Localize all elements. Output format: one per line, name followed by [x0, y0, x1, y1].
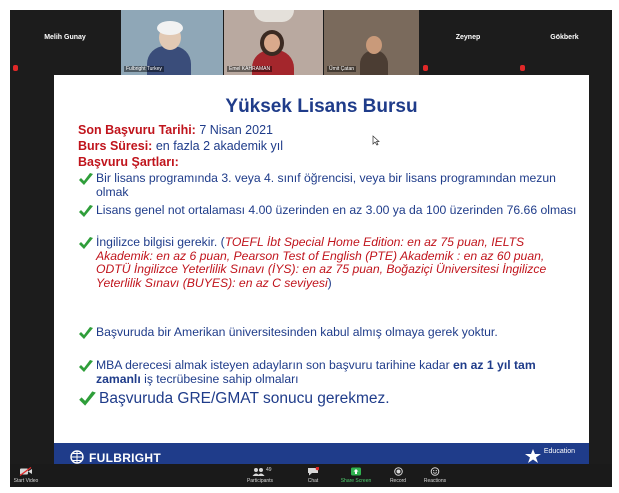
muted-mic-icon	[520, 65, 525, 71]
requirement-text: Başvuruda bir Amerikan üniversitesinden …	[96, 325, 498, 339]
duration-value: en fazla 2 akademik yıl	[155, 139, 283, 153]
camera-off-icon	[19, 467, 32, 476]
participant-name: Emel KAHRAMAN	[227, 66, 273, 72]
deadline-line: Son Başvuru Tarihi: 7 Nisan 2021	[78, 123, 273, 138]
participant-tile[interactable]: Zeynep	[420, 10, 516, 75]
start-video-button[interactable]: Start Video	[10, 467, 50, 484]
checkmark-icon	[79, 237, 93, 249]
participants-button[interactable]: Participants 49	[236, 467, 284, 484]
muted-mic-icon	[13, 65, 18, 71]
zoom-window: Melih Gunay Fulbright Turkey Emel KAHRAM…	[10, 10, 612, 487]
participants-count: 49	[266, 467, 272, 473]
participant-tile[interactable]: Melih Gunay	[10, 10, 120, 75]
requirements-heading: Başvuru Şartları:	[78, 155, 179, 169]
muted-mic-icon	[423, 65, 428, 71]
fulbright-logo: FULBRIGHT	[70, 450, 161, 465]
duration-line: Burs Süresi: en fazla 2 akademik yıl	[78, 139, 283, 154]
requirement-text: MBA derecesi almak isteyen adayların son…	[96, 358, 536, 386]
participant-video-tile[interactable]: Ümit Çatan	[324, 10, 419, 75]
deadline-label: Son Başvuru Tarihi:	[78, 123, 196, 137]
meeting-toolbar: Start Video Participants 49 Chat Share S…	[10, 464, 612, 487]
reactions-button[interactable]: Reactions	[411, 467, 459, 484]
chat-icon	[308, 467, 319, 476]
participant-video-tile[interactable]: Fulbright Turkey	[121, 10, 223, 75]
checkmark-icon	[79, 327, 93, 339]
requirement-item: Bir lisans programında 3. veya 4. sınıf …	[78, 171, 578, 199]
requirement-item: Başvuruda bir Amerikan üniversitesinden …	[78, 325, 578, 340]
star-icon	[524, 449, 541, 463]
requirement-text: Başvuruda GRE/GMAT sonucu gerekmez.	[99, 390, 390, 407]
lamp-shape	[254, 10, 294, 22]
requirement-text: Bir lisans programında 3. veya 4. sınıf …	[96, 171, 556, 199]
person-face	[366, 36, 382, 54]
education-logo-text: Education	[543, 448, 575, 455]
shared-slide: Yüksek Lisans Bursu Son Başvuru Tarihi: …	[54, 75, 589, 472]
mouse-cursor-icon	[372, 135, 380, 146]
participant-video-tile[interactable]: Emel KAHRAMAN	[224, 10, 323, 75]
participant-name: Melih Gunay	[44, 34, 86, 41]
participant-name: Ümit Çatan	[327, 66, 357, 72]
requirement-text: Lisans genel not ortalaması 4.00 üzerind…	[96, 203, 577, 217]
record-icon	[393, 467, 403, 476]
requirement-item: MBA derecesi almak isteyen adayların son…	[78, 358, 578, 386]
requirement-item: İngilizce bilgisi gerekir. (TOEFL İbt Sp…	[78, 235, 578, 290]
reactions-icon	[430, 467, 440, 476]
checkmark-icon	[79, 360, 93, 372]
requirement-item: Başvuruda GRE/GMAT sonucu gerekmez.	[78, 390, 578, 408]
checkmark-icon	[79, 173, 93, 185]
checkmark-icon	[79, 205, 93, 217]
person-face	[264, 34, 280, 52]
person-hair	[157, 21, 183, 35]
duration-label: Burs Süresi:	[78, 139, 153, 153]
share-screen-button[interactable]: Share Screen	[332, 467, 380, 484]
participant-name: Zeynep	[455, 34, 481, 41]
globe-icon	[70, 450, 84, 464]
participant-name: Fulbright Turkey	[124, 66, 164, 72]
deadline-value: 7 Nisan 2021	[199, 123, 273, 137]
fulbright-logo-text: FULBRIGHT	[89, 451, 162, 465]
chat-button[interactable]: Chat	[289, 467, 337, 484]
participant-name: Gökberk	[550, 34, 579, 41]
participant-tile[interactable]: Gökberk	[517, 10, 612, 75]
requirement-text: İngilizce bilgisi gerekir. (TOEFL İbt Sp…	[96, 235, 547, 290]
requirement-item: Lisans genel not ortalaması 4.00 üzerind…	[78, 203, 578, 218]
education-logo: Education	[524, 448, 575, 463]
share-screen-icon	[351, 467, 361, 476]
slide-title: Yüksek Lisans Bursu	[225, 96, 418, 117]
checkmark-icon	[79, 391, 96, 406]
